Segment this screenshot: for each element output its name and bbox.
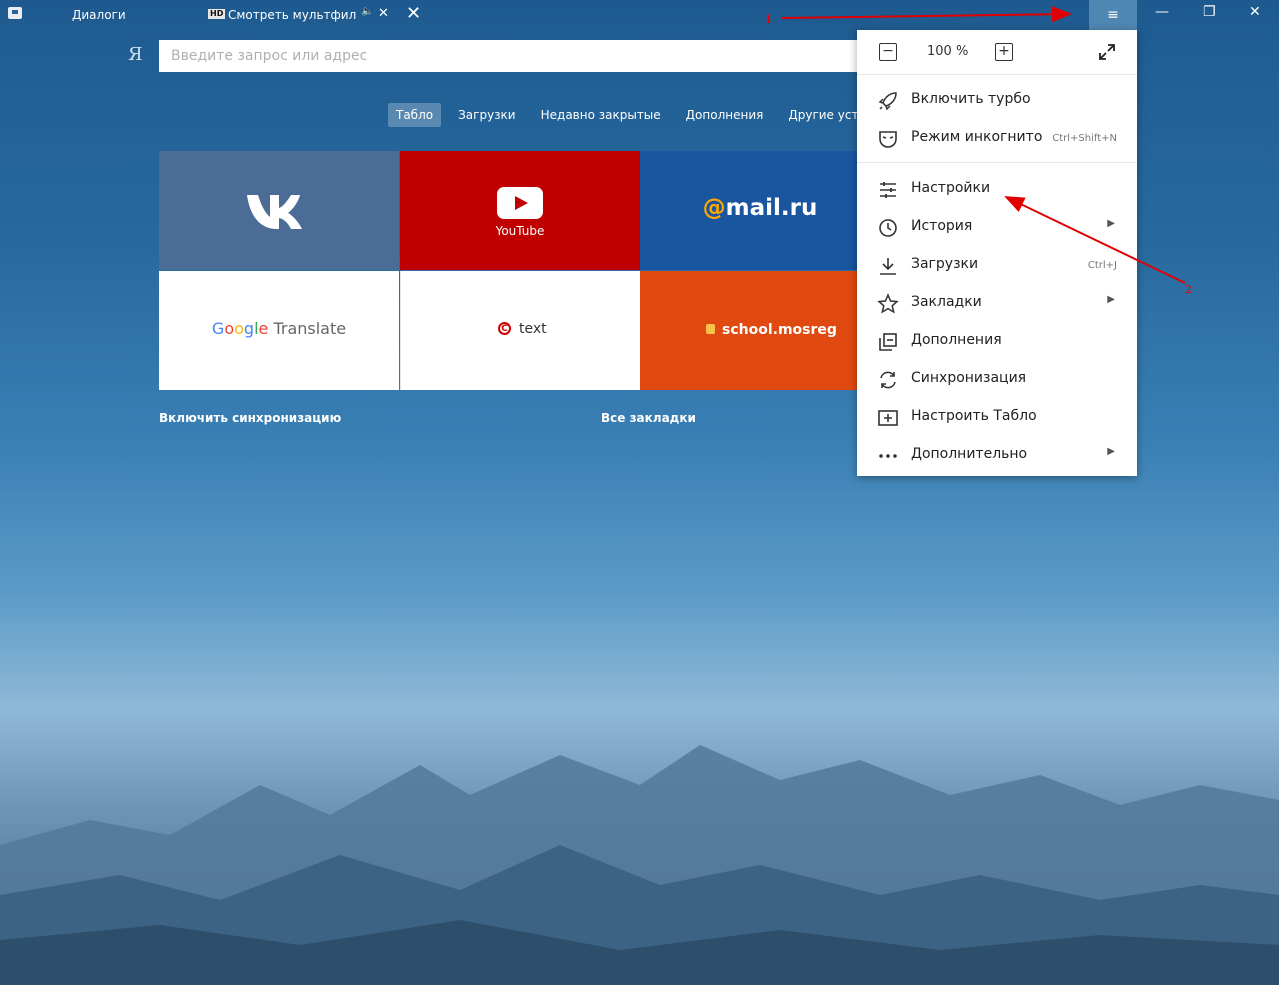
- tile-vk[interactable]: [159, 151, 399, 270]
- nav-item-downloads[interactable]: Загрузки: [450, 103, 524, 127]
- menu-item-settings[interactable]: Настройки: [857, 170, 1137, 208]
- menu-button[interactable]: ≡: [1089, 0, 1137, 31]
- tile-school-mosreg[interactable]: school.mosreg: [640, 271, 860, 390]
- sync-icon: [880, 371, 896, 389]
- rocket-icon: [878, 92, 897, 111]
- text-label: text: [519, 321, 547, 337]
- address-input[interactable]: [159, 40, 859, 72]
- star-icon: [877, 293, 899, 314]
- menu-item-sync[interactable]: Синхронизация: [857, 360, 1137, 398]
- tablo-nav: Табло Загрузки Недавно закрытые Дополнен…: [388, 103, 926, 127]
- menu-item-history[interactable]: История ▶: [857, 208, 1137, 246]
- menu-divider: [857, 162, 1137, 163]
- menu-item-turbo[interactable]: Включить турбо: [857, 81, 1137, 119]
- all-bookmarks-link[interactable]: Все закладки: [601, 411, 696, 425]
- tab-active[interactable]: HD Смотреть мультфильмы 🔈 ✕: [200, 0, 398, 31]
- menu-item-downloads[interactable]: Загрузки Ctrl+J: [857, 246, 1137, 284]
- school-label: school.mosreg: [722, 322, 837, 338]
- tab-hd-badge: HD: [208, 9, 226, 19]
- incognito-mask-icon: [879, 131, 897, 148]
- zoom-row: − 100 % +: [857, 30, 1137, 75]
- tile-youtube[interactable]: YouTube: [400, 151, 640, 270]
- menu-item-extensions[interactable]: Дополнения: [857, 322, 1137, 360]
- copyright-icon: C: [498, 322, 511, 335]
- tab-dialogs[interactable]: Диалоги: [72, 8, 126, 22]
- vk-logo-icon: [247, 195, 302, 229]
- nav-item-recently-closed[interactable]: Недавно закрытые: [533, 103, 669, 127]
- background-mountains: [0, 745, 1279, 985]
- nav-item-extensions[interactable]: Дополнения: [678, 103, 772, 127]
- tab-title: Смотреть мультфильмы: [228, 8, 356, 22]
- menu-item-bookmarks[interactable]: Закладки ▶: [857, 284, 1137, 322]
- menu-item-incognito[interactable]: Режим инкогнито Ctrl+Shift+N: [857, 119, 1137, 157]
- speaker-icon[interactable]: 🔈: [361, 6, 373, 17]
- youtube-play-icon: [497, 187, 543, 219]
- chevron-right-icon: ▶: [1107, 218, 1115, 229]
- chevron-right-icon: ▶: [1107, 446, 1115, 457]
- tile-mail-ru[interactable]: @mail.ru: [640, 151, 860, 270]
- tab-close-icon[interactable]: ✕: [378, 6, 389, 21]
- zoom-value: 100 %: [927, 44, 969, 59]
- settings-sliders-icon: [880, 182, 896, 198]
- school-emblem-icon: [706, 324, 715, 334]
- minimize-icon[interactable]: —: [1155, 4, 1169, 20]
- title-bar: Диалоги HD Смотреть мультфильмы 🔈 ✕ ✕ ≡ …: [0, 0, 1279, 31]
- zoom-out-button[interactable]: −: [879, 43, 897, 61]
- close-icon[interactable]: ✕: [406, 3, 421, 24]
- fullscreen-icon[interactable]: [1097, 42, 1117, 62]
- tile-google-translate[interactable]: Google Translate: [159, 271, 399, 390]
- extensions-icon: [879, 333, 897, 351]
- download-icon: [880, 258, 896, 275]
- annotation-label-1: 1: [765, 13, 772, 26]
- nav-item-tablo[interactable]: Табло: [388, 103, 442, 127]
- yandex-logo[interactable]: Я: [128, 44, 143, 65]
- google-translate-logo: Google Translate: [211, 319, 347, 338]
- restore-icon[interactable]: ❐: [1203, 4, 1216, 20]
- clock-icon: [879, 219, 897, 237]
- tile-text[interactable]: C text: [400, 271, 640, 390]
- enable-sync-link[interactable]: Включить синхронизацию: [159, 411, 341, 425]
- customize-tablo-icon: [878, 410, 898, 426]
- main-menu: − 100 % + Включить турбо Режим инкогнито…: [857, 30, 1137, 476]
- menu-item-more[interactable]: Дополнительно ▶: [857, 436, 1137, 474]
- more-dots-icon: [879, 454, 897, 458]
- youtube-label: YouTube: [495, 224, 545, 238]
- dialogs-icon[interactable]: [8, 7, 22, 19]
- mail-ru-logo: @mail.ru: [702, 195, 818, 221]
- zoom-in-button[interactable]: +: [995, 43, 1013, 61]
- window-close-icon[interactable]: ✕: [1249, 4, 1261, 20]
- menu-item-customize-tablo[interactable]: Настроить Табло: [857, 398, 1137, 436]
- annotation-label-2: 2: [1185, 283, 1192, 296]
- chevron-right-icon: ▶: [1107, 294, 1115, 305]
